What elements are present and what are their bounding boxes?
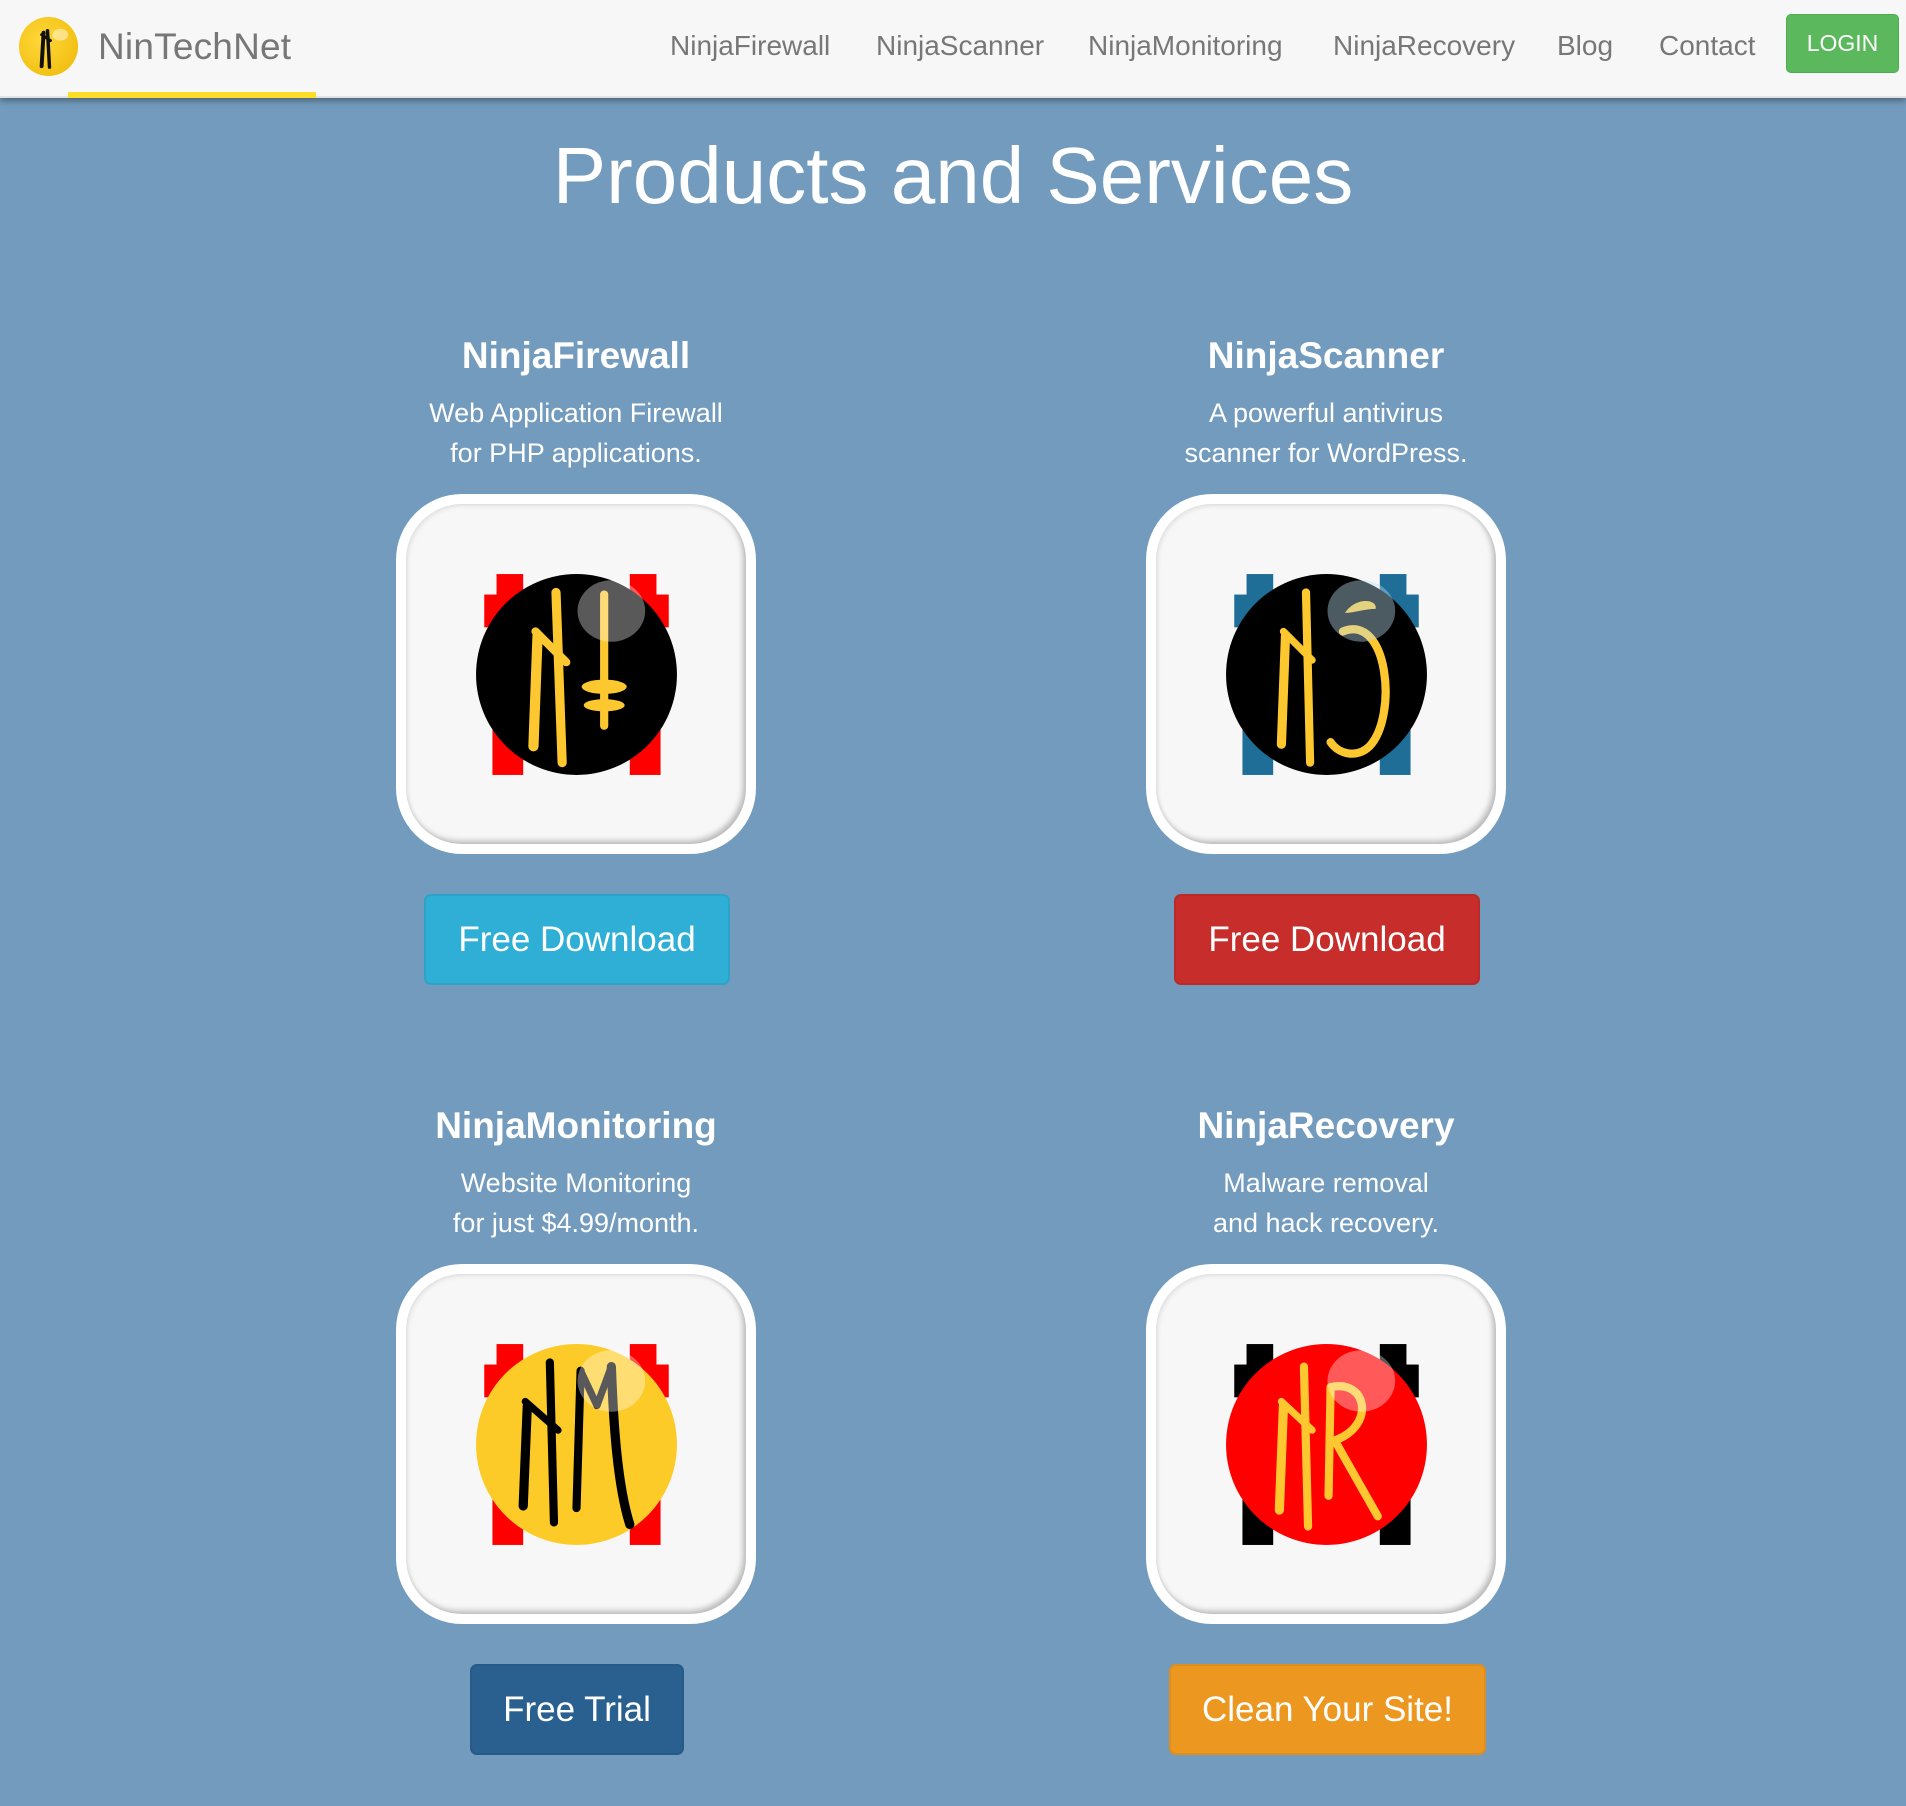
- nintechnet-logo-icon: [18, 16, 79, 77]
- product-description-line: A powerful antivirus: [1208, 398, 1444, 428]
- ninjarecovery-clean-your-site-button[interactable]: Clean Your Site!: [1169, 1664, 1486, 1755]
- product-title: NinjaFirewall: [461, 335, 691, 376]
- product-title: NinjaRecovery: [1197, 1105, 1455, 1146]
- product-description-line: and hack recovery.: [1212, 1208, 1440, 1238]
- ninjascanner-free-download-button[interactable]: Free Download: [1174, 894, 1480, 985]
- page-title: Products and Services: [552, 131, 1354, 220]
- product-tile-link[interactable]: [1146, 494, 1506, 854]
- active-underline: [68, 92, 316, 98]
- product-description-line: scanner for WordPress.: [1184, 438, 1468, 468]
- product-tile: [1156, 1274, 1496, 1614]
- product-description: Website Monitoring for just $4.99/month.: [276, 1163, 876, 1243]
- product-tile: [1156, 504, 1496, 844]
- brand-name: NinTechNet: [98, 26, 292, 67]
- product-description-line: for PHP applications.: [450, 438, 702, 468]
- top-navbar: NinTechNet NinjaFirewall NinjaScanner Ni…: [0, 0, 1906, 98]
- product-description: A powerful antivirus scanner for WordPre…: [1026, 393, 1626, 473]
- ninjafirewall-logo-icon: [475, 573, 677, 775]
- nav-ninjascanner[interactable]: NinjaScanner: [876, 30, 1044, 62]
- product-description-line: Web Application Firewall: [429, 398, 723, 428]
- nav-contact[interactable]: Contact: [1659, 30, 1756, 62]
- ninjamonitoring-free-trial-button[interactable]: Free Trial: [470, 1664, 684, 1755]
- product-tile-link[interactable]: [396, 494, 756, 854]
- product-tile: [406, 1274, 746, 1614]
- nav-ninjamonitoring[interactable]: NinjaMonitoring: [1088, 30, 1283, 62]
- product-title: NinjaScanner: [1207, 335, 1445, 376]
- product-card-ninjarecovery: NinjaRecovery Malware removal and hack r…: [1026, 1101, 1626, 1781]
- product-title: NinjaMonitoring: [435, 1105, 717, 1146]
- ninjarecovery-logo-icon: [1225, 1343, 1427, 1545]
- product-card-ninjamonitoring: NinjaMonitoring Website Monitoring for j…: [276, 1101, 876, 1781]
- product-description-line: for just $4.99/month.: [452, 1208, 700, 1238]
- nav-ninjarecovery[interactable]: NinjaRecovery: [1333, 30, 1515, 62]
- product-description-line: Malware removal: [1223, 1168, 1429, 1198]
- ninjascanner-logo-icon: [1225, 573, 1427, 775]
- login-button[interactable]: LOGIN: [1786, 14, 1899, 73]
- product-tile-link[interactable]: [396, 1264, 756, 1624]
- product-description-line: Website Monitoring: [460, 1168, 692, 1198]
- product-description: Web Application Firewall for PHP applica…: [276, 393, 876, 473]
- ninjafirewall-free-download-button[interactable]: Free Download: [424, 894, 730, 985]
- ninjamonitoring-logo-icon: [475, 1343, 677, 1545]
- product-tile: [406, 504, 746, 844]
- product-tile-link[interactable]: [1146, 1264, 1506, 1624]
- nav-ninjafirewall[interactable]: NinjaFirewall: [670, 30, 830, 62]
- product-description: Malware removal and hack recovery.: [1026, 1163, 1626, 1243]
- nav-blog[interactable]: Blog: [1557, 30, 1613, 62]
